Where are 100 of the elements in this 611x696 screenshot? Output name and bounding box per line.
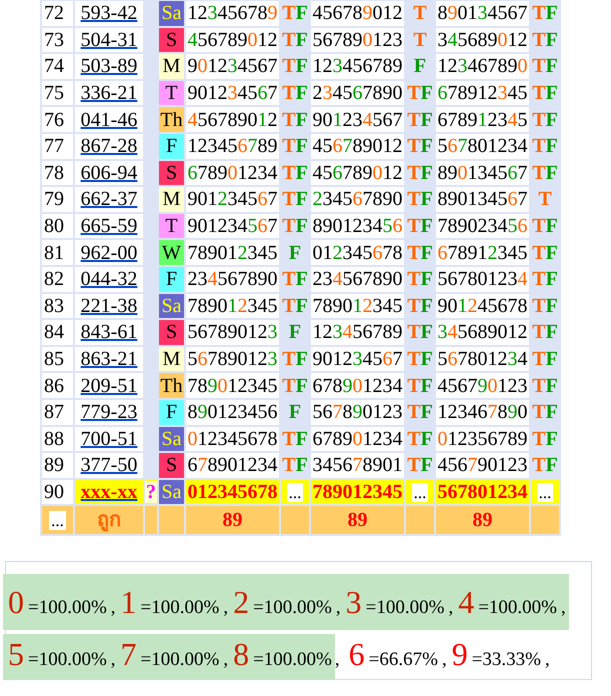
hit-mark: F [414,55,426,78]
number-cell: 123467890 [436,54,529,79]
hit-mark: TF [407,374,433,397]
hit-mark: TF [282,268,308,290]
day-cell: M [159,54,184,79]
separator: , [448,596,454,620]
row-number: 72 [42,1,73,26]
number-cell: 567890123 [186,346,279,372]
number-cell: 234567890 [311,80,404,106]
number-cell: 678901234 [186,160,279,186]
number-cell: 678901234 [311,373,404,398]
row-number: 90 [42,480,73,504]
hit-mark: TF [407,428,433,450]
number-cell: 123456789 [311,54,404,79]
hit-mark: TF [282,28,308,51]
hit-mark: T [413,28,427,51]
percent-value: =100.00% [28,596,107,620]
hit-mark: TF [407,188,433,210]
number-cell: 456789012 [311,160,404,186]
number-cell: 678901234 [186,453,279,478]
hit-mark: F [288,242,302,264]
hit-mark: T [538,188,552,210]
number-cell: 345689012 [436,320,529,345]
pending-mark: ... [536,482,554,502]
hit-mark: TF [532,268,558,290]
row-number: 89 [42,453,73,478]
percent-value: =33.33% [472,648,541,672]
separator: , [223,648,228,672]
separator: , [110,596,116,620]
hit-mark: TF [407,401,433,424]
hit-mark: TF [282,454,308,476]
number-cell: 123467890 [436,400,529,424]
number-cell: 789012345 [311,480,404,504]
hit-mark: TF [407,348,433,370]
hit-mark: TF [532,135,558,158]
day-cell: Sa [159,480,184,504]
hit-mark: F [288,401,302,424]
number-cell: 234567890 [311,266,404,292]
number-cell: 890134567 [436,187,529,212]
number-cell: 901234567 [186,187,279,212]
hit-mark: TF [407,82,433,104]
day-cell: S [159,453,184,478]
hit-mark: TF [407,215,433,238]
query-mark: ? [145,480,157,503]
day-cell: W [159,240,184,265]
day-cell: Sa [159,426,184,452]
number-cell: 789012345 [186,294,279,318]
hit-mark: TF [532,294,558,317]
day-cell: T [159,80,184,106]
number-cell: 901234567 [186,54,279,79]
number-cell: 901234567 [311,346,404,372]
number-cell: 456789012 [311,1,404,26]
hit-mark: TF [407,268,433,290]
number-cell: 456789012 [311,134,404,159]
number-cell: 789012345 [311,294,404,318]
digit-label: 9 [452,638,468,670]
number-cell: 345678901 [311,453,404,478]
hit-mark: TF [282,108,308,131]
hit-mark: TF [282,188,308,210]
number-cell: 678912345 [436,240,529,265]
number-cell: 456790123 [436,373,529,398]
number-cell: 123456789 [186,1,279,26]
hit-mark: TF [282,215,308,238]
row-number: 80 [42,214,73,238]
number-cell: 678912345 [436,107,529,132]
row-number: 73 [42,28,73,52]
number-cell: 789023456 [436,214,529,238]
hit-mark: TF [532,374,558,397]
row-number: 87 [42,400,73,424]
number-cell: 901234567 [186,80,279,106]
percent-value: =100.00% [366,596,444,620]
row-number: 81 [42,240,73,265]
hit-mark: T [413,2,427,24]
day-cell: T [159,214,184,238]
pending-mark: ... [286,482,304,502]
number-cell: 890134567 [436,160,529,186]
number-cell: 456789012 [186,107,279,132]
percent-value: =100.00% [478,596,557,620]
number-cell: 789012345 [186,240,279,265]
separator: , [110,648,116,672]
percent-value: =100.00% [140,596,220,620]
number-cell: 012345678 [186,426,279,452]
hit-mark: TF [407,454,433,476]
count-cell-text: 89 [346,508,368,534]
number-cell: 012345678 [186,480,279,504]
number-cell: 012345678 [311,240,404,265]
hit-mark: TF [532,55,558,78]
number-cell: 567890123 [311,28,404,52]
count-cell-text: 89 [472,508,494,534]
separator: , [544,648,550,672]
percent-value: =100.00% [253,648,332,672]
number-cell: 890123456 [186,400,279,424]
number-cell: 345689012 [436,28,529,52]
hit-mark: TF [407,108,433,131]
row-number: 78 [42,160,73,186]
percent-value: =100.00% [253,596,332,620]
day-cell: Th [159,107,184,132]
number-cell: 123456789 [311,320,404,345]
hit-mark: TF [407,321,433,344]
digit-label: 4 [458,586,474,618]
